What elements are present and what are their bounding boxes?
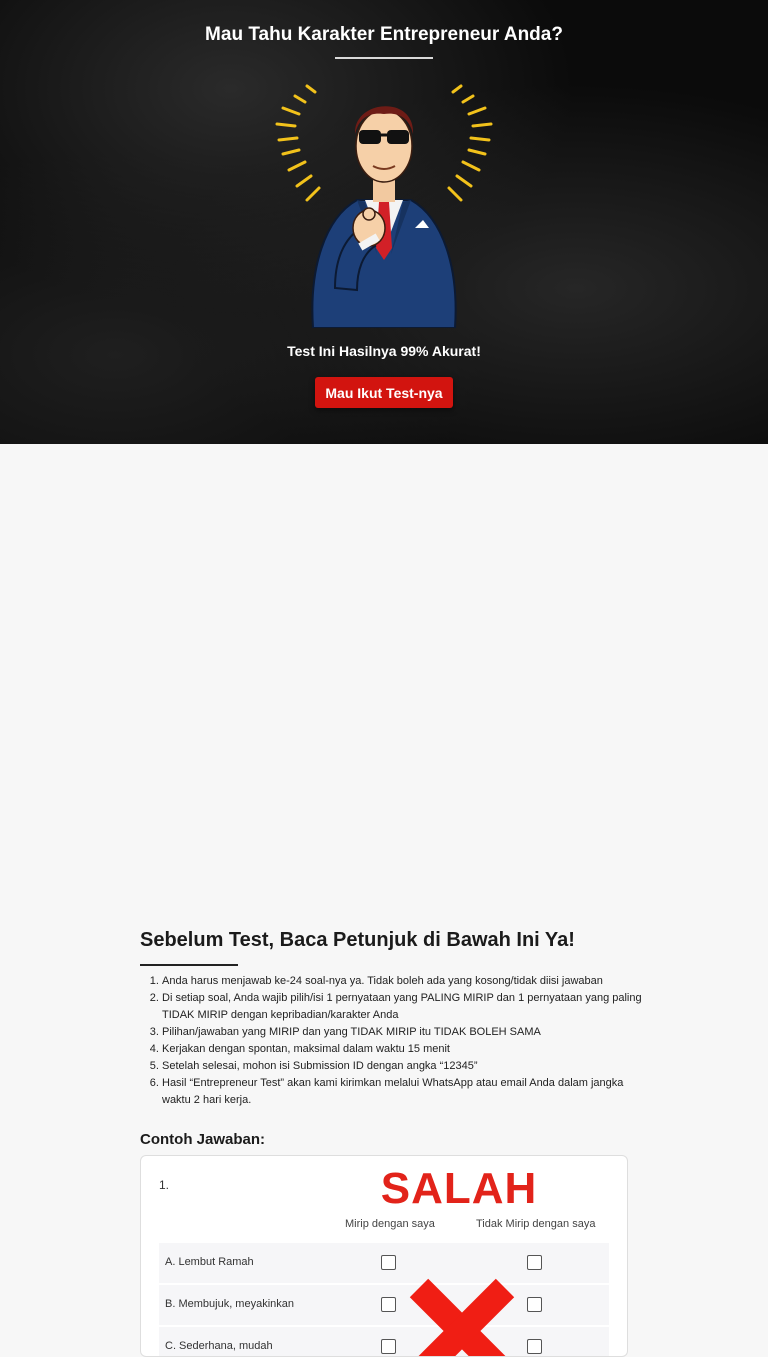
instruction-item: Setelah selesai, mohon isi Submission ID… [162,1058,652,1075]
not-similar-checkbox[interactable] [527,1255,542,1270]
option-label: A. Lembut Ramah [165,1256,254,1268]
not-similar-checkbox[interactable] [527,1297,542,1312]
answer-row: A. Lembut Ramah [159,1243,609,1283]
hero-divider [335,57,433,59]
option-label: C. Sederhana, mudah [165,1340,273,1352]
hero-tagline: Test Ini Hasilnya 99% Akurat! [287,343,481,359]
similar-checkbox[interactable] [381,1297,396,1312]
instruction-item: Pilihan/jawaban yang MIRIP dan yang TIDA… [162,1024,652,1041]
hero-banner: Mau Tahu Karakter Entrepreneur Anda? Tes… [0,0,768,444]
instruction-item: Hasil “Entrepreneur Test” akan kami kiri… [162,1075,652,1109]
verdict-label: SALAH [380,1164,538,1213]
example-answer-card: 1. SALAH Mirip dengan saya Tidak Mirip d… [140,1155,628,1357]
column-header-not-similar: Tidak Mirip dengan saya [476,1218,596,1230]
option-label: B. Membujuk, meyakinkan [165,1298,294,1310]
instruction-item: Di setiap soal, Anda wajib pilih/isi 1 p… [162,990,652,1024]
hero-title: Mau Tahu Karakter Entrepreneur Anda? [205,24,563,45]
instructions-list: Anda harus menjawab ke-24 soal-nya ya. T… [140,973,652,1109]
instruction-item: Anda harus menjawab ke-24 soal-nya ya. T… [162,973,652,990]
similar-checkbox[interactable] [381,1339,396,1354]
wrong-x-icon [409,1278,515,1356]
instructions-divider [140,964,238,966]
question-number: 1. [159,1178,170,1192]
answer-row: C. Sederhana, mudah [159,1327,609,1356]
instructions-title: Sebelum Test, Baca Petunjuk di Bawah Ini… [140,929,575,951]
examples-title: Contoh Jawaban: [140,1131,266,1148]
pointing-businessman-icon [275,84,493,328]
answer-row: B. Membujuk, meyakinkan [159,1285,609,1325]
take-test-button[interactable]: Mau Ikut Test-nya [315,377,453,408]
column-header-similar: Mirip dengan saya [345,1218,435,1230]
instruction-item: Kerjakan dengan spontan, maksimal dalam … [162,1041,652,1058]
not-similar-checkbox[interactable] [527,1339,542,1354]
similar-checkbox[interactable] [381,1255,396,1270]
